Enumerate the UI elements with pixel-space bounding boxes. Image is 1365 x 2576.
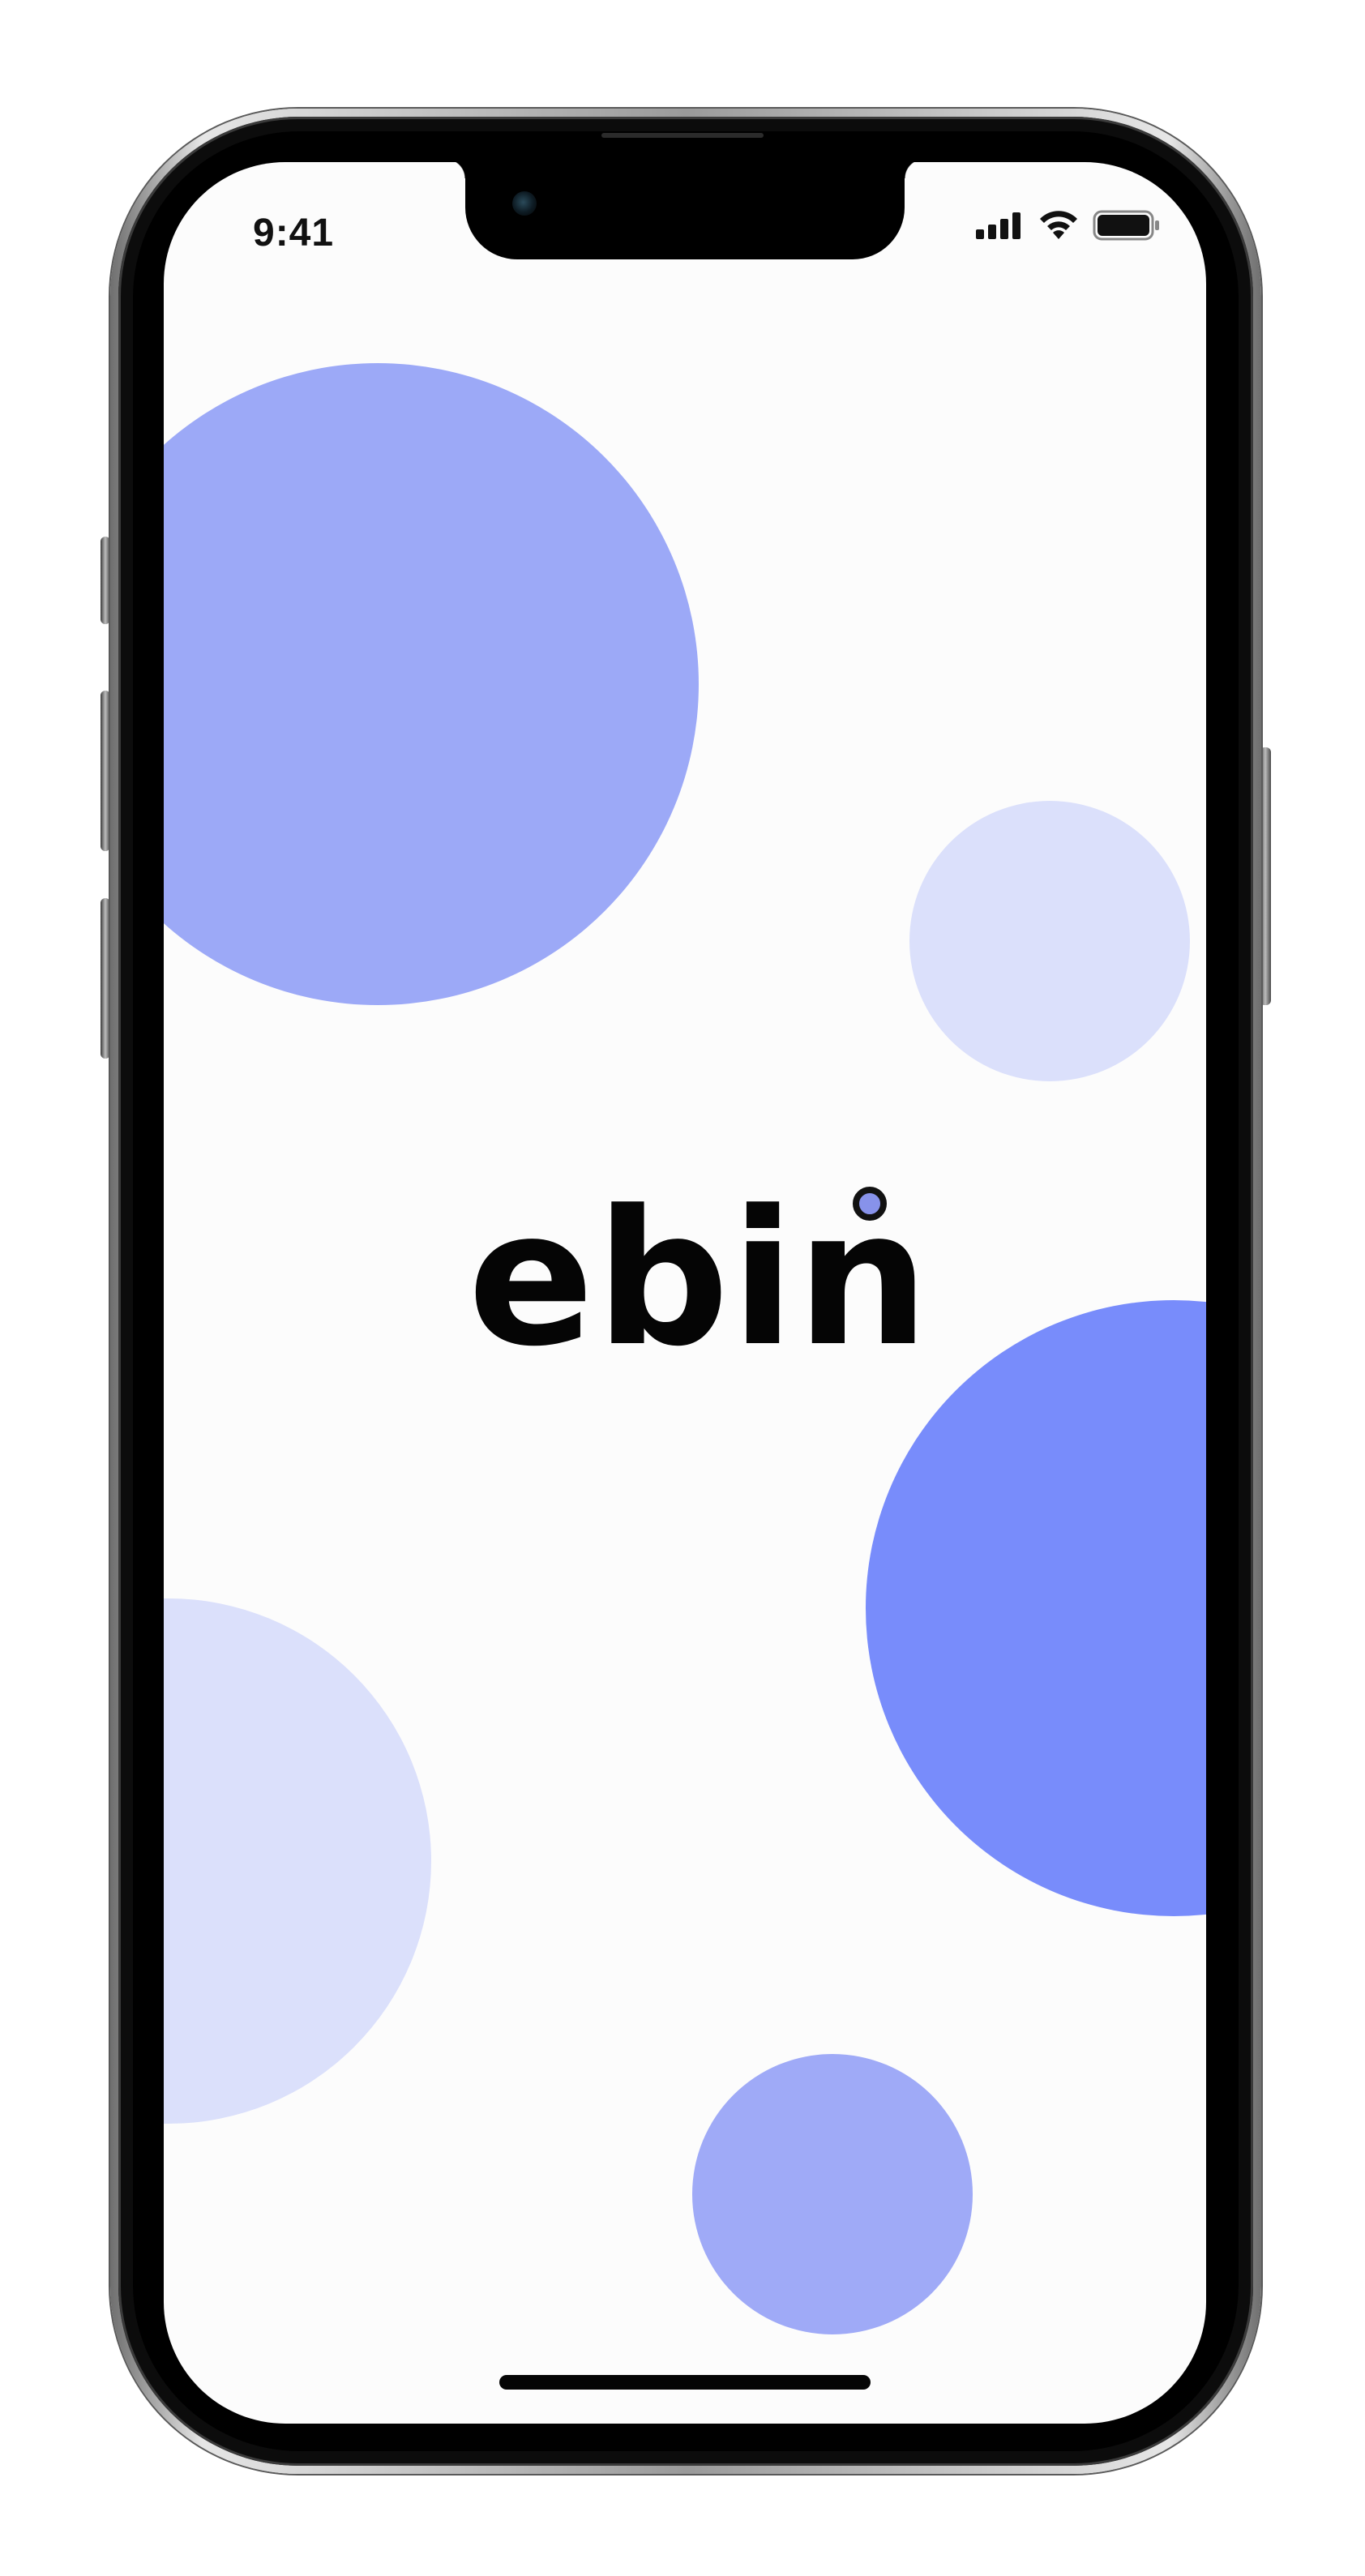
wifi-icon <box>1038 210 1080 245</box>
logo-dot-icon <box>853 1187 887 1221</box>
cellular-signal-icon <box>976 212 1025 243</box>
front-camera-icon <box>512 191 537 216</box>
status-icons <box>976 209 1161 246</box>
decorative-circle-bottom-left <box>164 1598 431 2124</box>
status-time: 9:41 <box>253 212 335 255</box>
home-indicator[interactable] <box>499 2375 871 2390</box>
decorative-circle-right-small <box>909 801 1190 1081</box>
battery-icon <box>1093 209 1161 246</box>
decorative-circle-top-left <box>164 363 699 1005</box>
earpiece-speaker <box>601 133 764 138</box>
device-mockup: 9:41 ebin <box>0 0 1365 2576</box>
notch <box>446 162 924 259</box>
volume-up-button <box>101 691 110 851</box>
power-button <box>1260 747 1271 1005</box>
volume-down-button <box>101 898 110 1059</box>
silent-switch <box>101 537 110 624</box>
decorative-circle-right-large <box>866 1300 1206 1916</box>
splash-screen: 9:41 ebin <box>164 162 1206 2424</box>
decorative-circle-bottom-center <box>692 2054 973 2334</box>
